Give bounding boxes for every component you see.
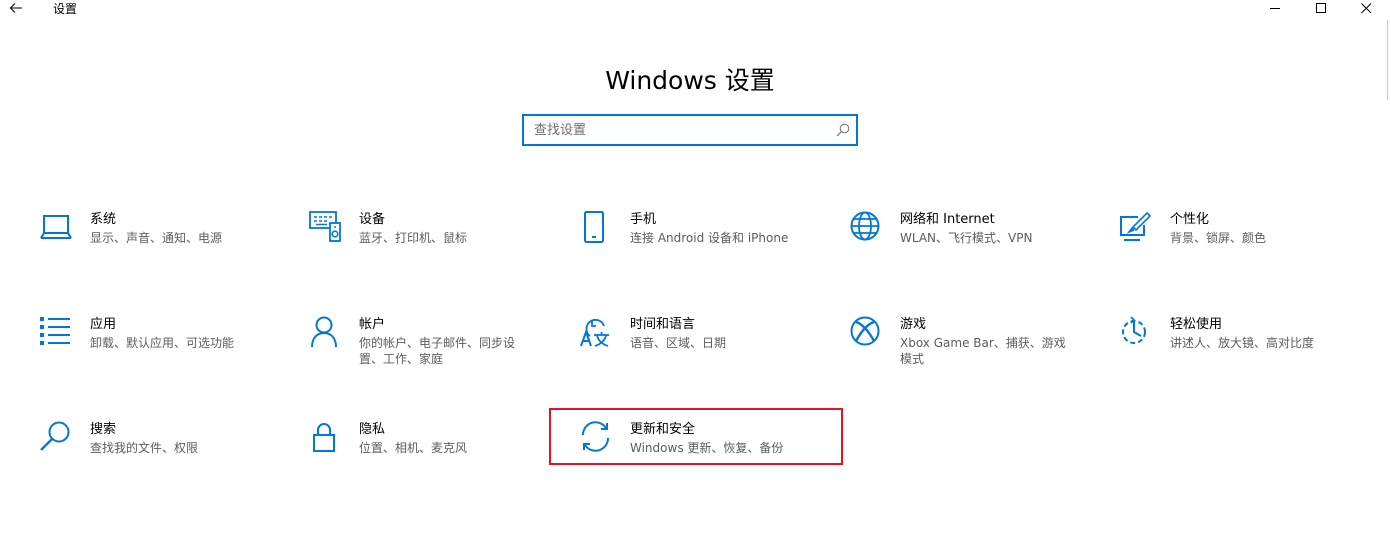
ease-of-access-icon [1120,316,1154,350]
close-button[interactable] [1343,0,1389,18]
tile-personalization[interactable]: 个性化 背景、锁屏、颜色 [1120,211,1390,271]
page-title: Windows 设置 [605,65,775,95]
minimize-icon [1270,8,1280,9]
tile-title: 帐户 [359,317,386,332]
tile-accounts[interactable]: 帐户 你的帐户、电子邮件、同步设置、工作、家庭 [309,316,579,376]
back-button[interactable] [6,0,26,18]
window-border [1387,20,1388,100]
tile-description: 卸载、默认应用、可选功能 [90,336,235,350]
person-icon [309,316,343,350]
tile-privacy[interactable]: 隐私 位置、相机、麦克风 [309,421,579,481]
tile-gaming[interactable]: 游戏 Xbox Game Bar、捕获、游戏模式 [850,316,1120,376]
search-icon [40,421,74,455]
tile-title: 手机 [630,212,657,227]
apps-list-icon [40,316,74,350]
tile-title: 时间和语言 [630,317,696,332]
tile-title: 网络和 Internet [900,212,995,227]
tile-description: 查找我的文件、权限 [90,441,199,455]
tile-description: 蓝牙、打印机、鼠标 [359,231,468,245]
tile-system[interactable]: 系统 显示、声音、通知、电源 [40,211,310,271]
tile-time-language[interactable]: 时间和语言 语音、区域、日期 [580,316,850,376]
lock-icon [309,421,343,455]
tile-phone[interactable]: 手机 连接 Android 设备和 iPhone [580,211,850,271]
title-bar: 设置 [0,0,1391,18]
tile-description: Xbox Game Bar、捕获、游戏模式 [900,336,1066,366]
tile-title: 应用 [90,317,117,332]
search-input[interactable] [524,116,834,144]
tile-apps[interactable]: 应用 卸载、默认应用、可选功能 [40,316,310,376]
tile-network[interactable]: 网络和 Internet WLAN、飞行模式、VPN [850,211,1120,271]
laptop-icon [40,211,74,245]
personalization-icon [1120,211,1154,245]
devices-icon [309,211,343,245]
tile-description: 语音、区域、日期 [630,336,727,350]
tile-description: 显示、声音、通知、电源 [90,231,223,245]
tile-title: 游戏 [900,317,927,332]
tile-title: 轻松使用 [1170,317,1223,332]
tile-description: 讲述人、放大镜、高对比度 [1170,336,1315,350]
tile-title: 设备 [359,212,386,227]
phone-icon [580,211,614,245]
maximize-button[interactable] [1298,0,1344,18]
minimize-button[interactable] [1252,0,1298,18]
selection-highlight [549,408,843,465]
time-language-icon [580,316,614,350]
tile-title: 系统 [90,212,117,227]
globe-icon [850,211,884,245]
search-box[interactable] [522,114,858,146]
tile-description: 位置、相机、麦克风 [359,441,468,455]
tile-description: 连接 Android 设备和 iPhone [630,231,789,245]
tile-title: 个性化 [1170,212,1210,227]
tile-title: 隐私 [359,422,386,437]
tile-title: 搜索 [90,422,117,437]
app-title: 设置 [53,2,78,16]
search-icon[interactable] [836,123,850,137]
tile-description: 你的帐户、电子邮件、同步设置、工作、家庭 [359,336,516,366]
tile-description: 背景、锁屏、颜色 [1170,231,1267,245]
close-icon [1361,3,1372,14]
tile-devices[interactable]: 设备 蓝牙、打印机、鼠标 [309,211,579,271]
tile-description: WLAN、飞行模式、VPN [900,231,1033,245]
tile-search[interactable]: 搜索 查找我的文件、权限 [40,421,310,481]
maximize-icon [1316,3,1326,13]
tile-ease-of-access[interactable]: 轻松使用 讲述人、放大镜、高对比度 [1120,316,1390,376]
back-arrow-icon [9,3,22,13]
xbox-icon [850,316,884,350]
